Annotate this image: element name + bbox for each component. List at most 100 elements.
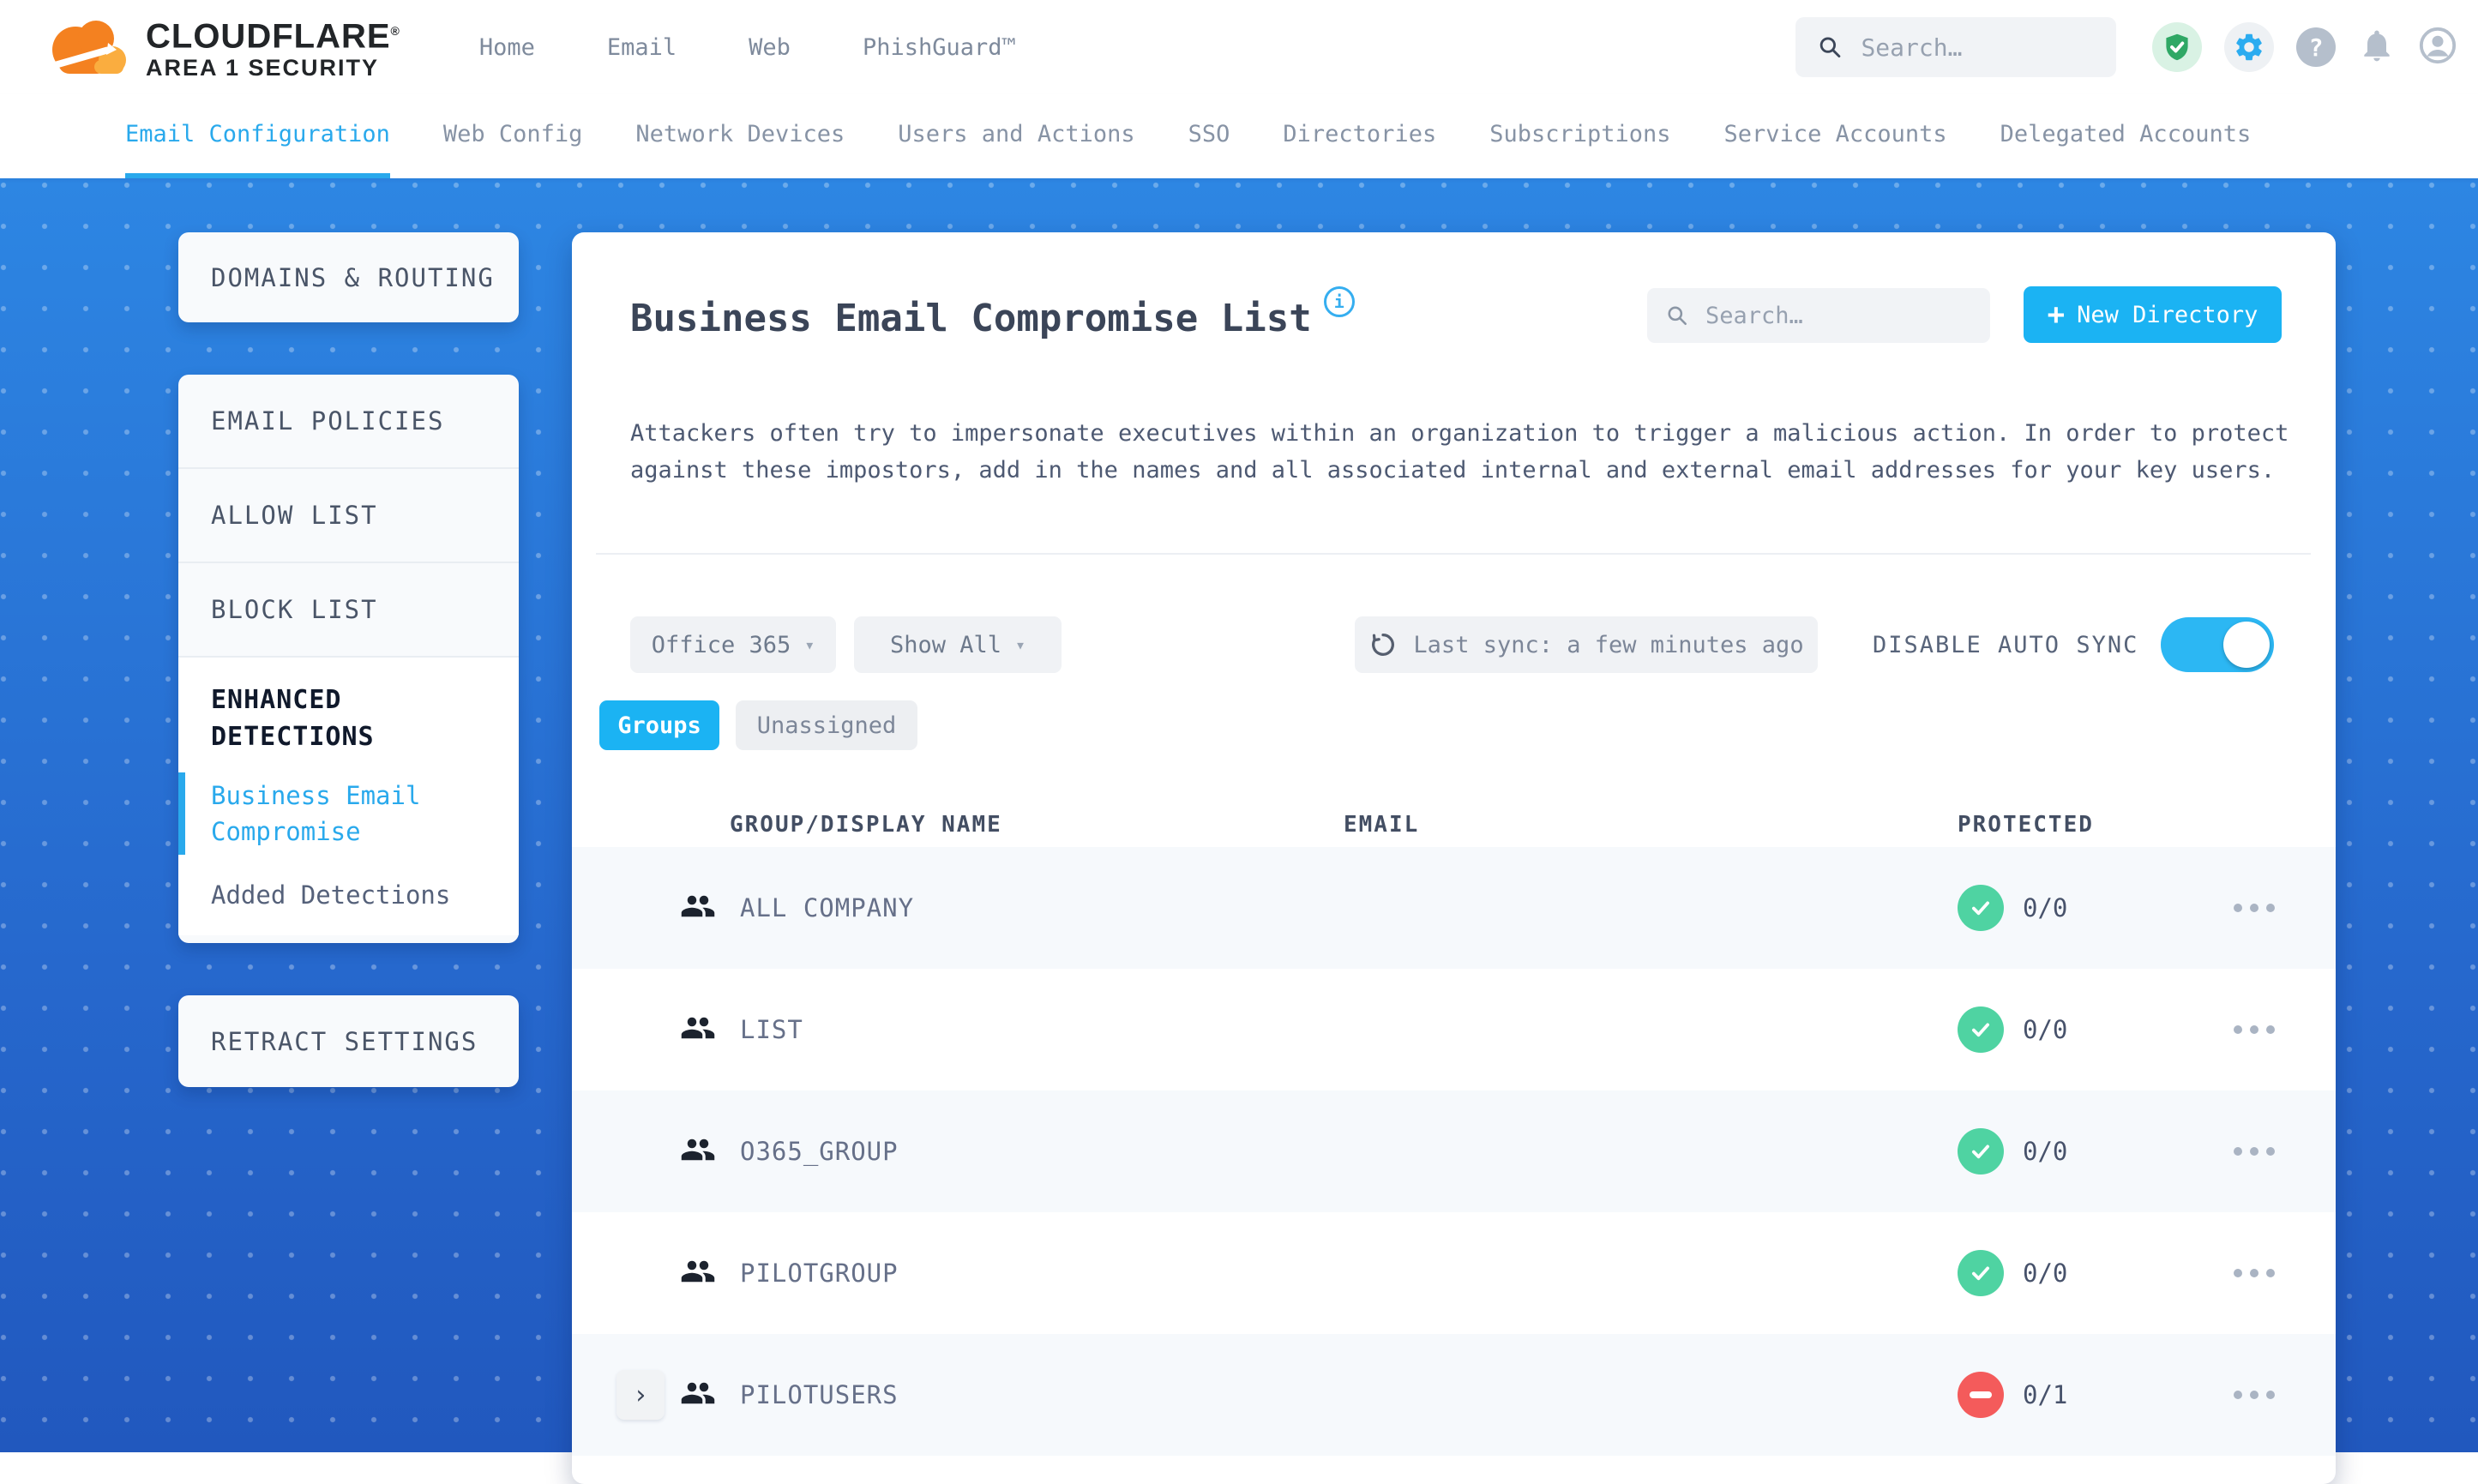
table-row[interactable]: › PILOTGROUP 0/0	[572, 1212, 2336, 1334]
tab-unassigned[interactable]: Unassigned	[736, 700, 917, 750]
tab-groups[interactable]: Groups	[599, 700, 719, 750]
main-content-card: Business Email Compromise Listi + New Di…	[572, 232, 2336, 1484]
sidebar-label: BLOCK LIST	[211, 595, 378, 624]
sidebar-enhanced-detections-section: ENHANCED DETECTIONS Business Email Compr…	[178, 658, 519, 935]
sidebar-label: DOMAINS & ROUTING	[211, 262, 495, 292]
row-menu-button[interactable]	[2225, 1260, 2283, 1286]
security-status-button[interactable]	[2152, 22, 2202, 72]
row-menu-button[interactable]	[2225, 1017, 2283, 1042]
list-search[interactable]	[1647, 288, 1990, 343]
new-directory-button[interactable]: + New Directory	[2024, 286, 2282, 343]
group-name: ALL COMPANY	[740, 893, 915, 922]
table-row[interactable]: › ALL COMPANY 0/0	[572, 847, 2336, 969]
sidebar-item-retract-settings[interactable]: RETRACT SETTINGS	[178, 995, 519, 1087]
refresh-icon	[1372, 634, 1395, 656]
global-search-input[interactable]	[1859, 32, 2094, 63]
protected-count: 0/1	[2023, 1380, 2068, 1409]
group-name: O365_GROUP	[740, 1137, 899, 1166]
sidebar-item-enhanced-detections[interactable]: ENHANCED DETECTIONS	[178, 682, 468, 755]
search-icon	[1668, 306, 1687, 326]
sidebar-item-business-email-compromise[interactable]: Business Email Compromise	[178, 772, 442, 855]
row-menu-button[interactable]	[2225, 895, 2283, 921]
brand-subtitle: AREA 1 SECURITY	[146, 55, 380, 81]
list-search-input[interactable]	[1703, 301, 1971, 330]
help-button[interactable]: ?	[2296, 27, 2336, 67]
tab-email-configuration[interactable]: Email Configuration	[125, 121, 390, 178]
minus-icon	[1970, 1391, 1992, 1398]
tab-web-config[interactable]: Web Config	[443, 121, 583, 178]
tab-users-and-actions[interactable]: Users and Actions	[898, 121, 1134, 178]
group-icon	[681, 1139, 715, 1161]
account-icon	[2419, 27, 2457, 64]
top-nav: Home Email Web PhishGuard™	[479, 34, 1016, 61]
table-row[interactable]: › O365_GROUP 0/0	[572, 1090, 2336, 1212]
sidebar-item-allow-list[interactable]: ALLOW LIST	[178, 469, 519, 563]
row-menu-button[interactable]	[2225, 1382, 2283, 1408]
sidebar-item-domains-routing[interactable]: DOMAINS & ROUTING	[178, 232, 519, 322]
group-name: PILOTUSERS	[740, 1380, 899, 1409]
column-header-group: GROUP/DISPLAY NAME	[730, 812, 1002, 838]
sidebar-item-added-detections[interactable]: Added Detections	[178, 877, 519, 913]
group-icon	[681, 1260, 715, 1283]
filter-row: Office 365 ▾ Show All ▾ Last sync: a few m…	[572, 616, 2336, 673]
app-header: CLOUDFLARE® AREA 1 SECURITY Home Email Web…	[0, 0, 2478, 94]
protected-badge	[1958, 1006, 2004, 1053]
global-search[interactable]	[1795, 17, 2116, 77]
top-nav-link-phishguard-[interactable]: PhishGuard™	[863, 34, 1016, 61]
header-right: ?	[1795, 17, 2457, 77]
cloudflare-logo[interactable]: CLOUDFLARE® AREA 1 SECURITY	[45, 10, 400, 84]
tab-directories[interactable]: Directories	[1283, 121, 1436, 178]
group-name: LIST	[740, 1015, 803, 1044]
check-icon	[1972, 1023, 1989, 1037]
column-header-protected: PROTECTED	[1958, 812, 2094, 838]
protected-count: 0/0	[2023, 1015, 2068, 1044]
group-icon	[681, 895, 715, 917]
sidebar-label: ALLOW LIST	[211, 501, 378, 530]
sidebar-label: RETRACT SETTINGS	[211, 1026, 478, 1056]
check-icon	[1972, 1145, 1989, 1159]
toggle-knob	[2223, 622, 2270, 668]
sidebar-item-block-list[interactable]: BLOCK LIST	[178, 563, 519, 658]
info-icon[interactable]: i	[1323, 286, 1355, 318]
tab-sso[interactable]: SSO	[1188, 121, 1230, 178]
tab-delegated-accounts[interactable]: Delegated Accounts	[2000, 121, 2252, 178]
top-nav-link-web[interactable]: Web	[749, 34, 791, 61]
tab-network-devices[interactable]: Network Devices	[635, 121, 845, 178]
shield-check-icon	[2166, 33, 2188, 61]
not-protected-badge	[1958, 1372, 2004, 1418]
sidebar-policies-card: EMAIL POLICIES ALLOW LIST BLOCK LIST ENH…	[178, 375, 519, 943]
top-nav-link-home[interactable]: Home	[479, 34, 535, 61]
group-icon	[681, 1382, 715, 1404]
sidebar-label: EMAIL POLICIES	[211, 406, 445, 436]
brand-name: CLOUDFLARE®	[146, 17, 400, 56]
auto-sync-toggle[interactable]	[2161, 617, 2274, 672]
last-sync-button[interactable]: Last sync: a few minutes ago	[1355, 616, 1818, 673]
protected-badge	[1958, 1128, 2004, 1175]
tab-subscriptions[interactable]: Subscriptions	[1489, 121, 1670, 178]
chevron-down-icon: ▾	[804, 634, 815, 655]
table-body: › ALL COMPANY 0/0 ›	[572, 847, 2336, 1456]
group-name: PILOTGROUP	[740, 1259, 899, 1288]
group-icon	[681, 1017, 715, 1039]
show-filter-select[interactable]: Show All ▾	[854, 616, 1062, 673]
chevron-right-icon: ›	[632, 1379, 649, 1410]
top-nav-link-email[interactable]: Email	[607, 34, 677, 61]
table-row[interactable]: › LIST 0/0	[572, 969, 2336, 1090]
sidebar-item-email-policies[interactable]: EMAIL POLICIES	[178, 375, 519, 469]
settings-button[interactable]	[2224, 22, 2274, 72]
account-button[interactable]	[2418, 26, 2457, 69]
gear-icon	[2236, 33, 2262, 61]
protected-count: 0/0	[2023, 893, 2068, 922]
section-tab-bar: Email Configuration Web Config Network Dev…	[0, 94, 2478, 178]
chevron-down-icon: ▾	[1015, 634, 1026, 655]
column-header-email: EMAIL	[1344, 812, 1420, 838]
protected-badge	[1958, 1250, 2004, 1296]
table-row[interactable]: › PILOTUSERS 0/1	[572, 1334, 2336, 1456]
expand-row-button[interactable]: ›	[616, 1370, 665, 1420]
directory-select[interactable]: Office 365 ▾	[630, 616, 836, 673]
tab-service-accounts[interactable]: Service Accounts	[1724, 121, 1947, 178]
protected-count: 0/0	[2023, 1137, 2068, 1166]
row-menu-button[interactable]	[2225, 1139, 2283, 1164]
plus-icon: +	[2047, 297, 2066, 332]
notifications-button[interactable]	[2358, 27, 2396, 68]
